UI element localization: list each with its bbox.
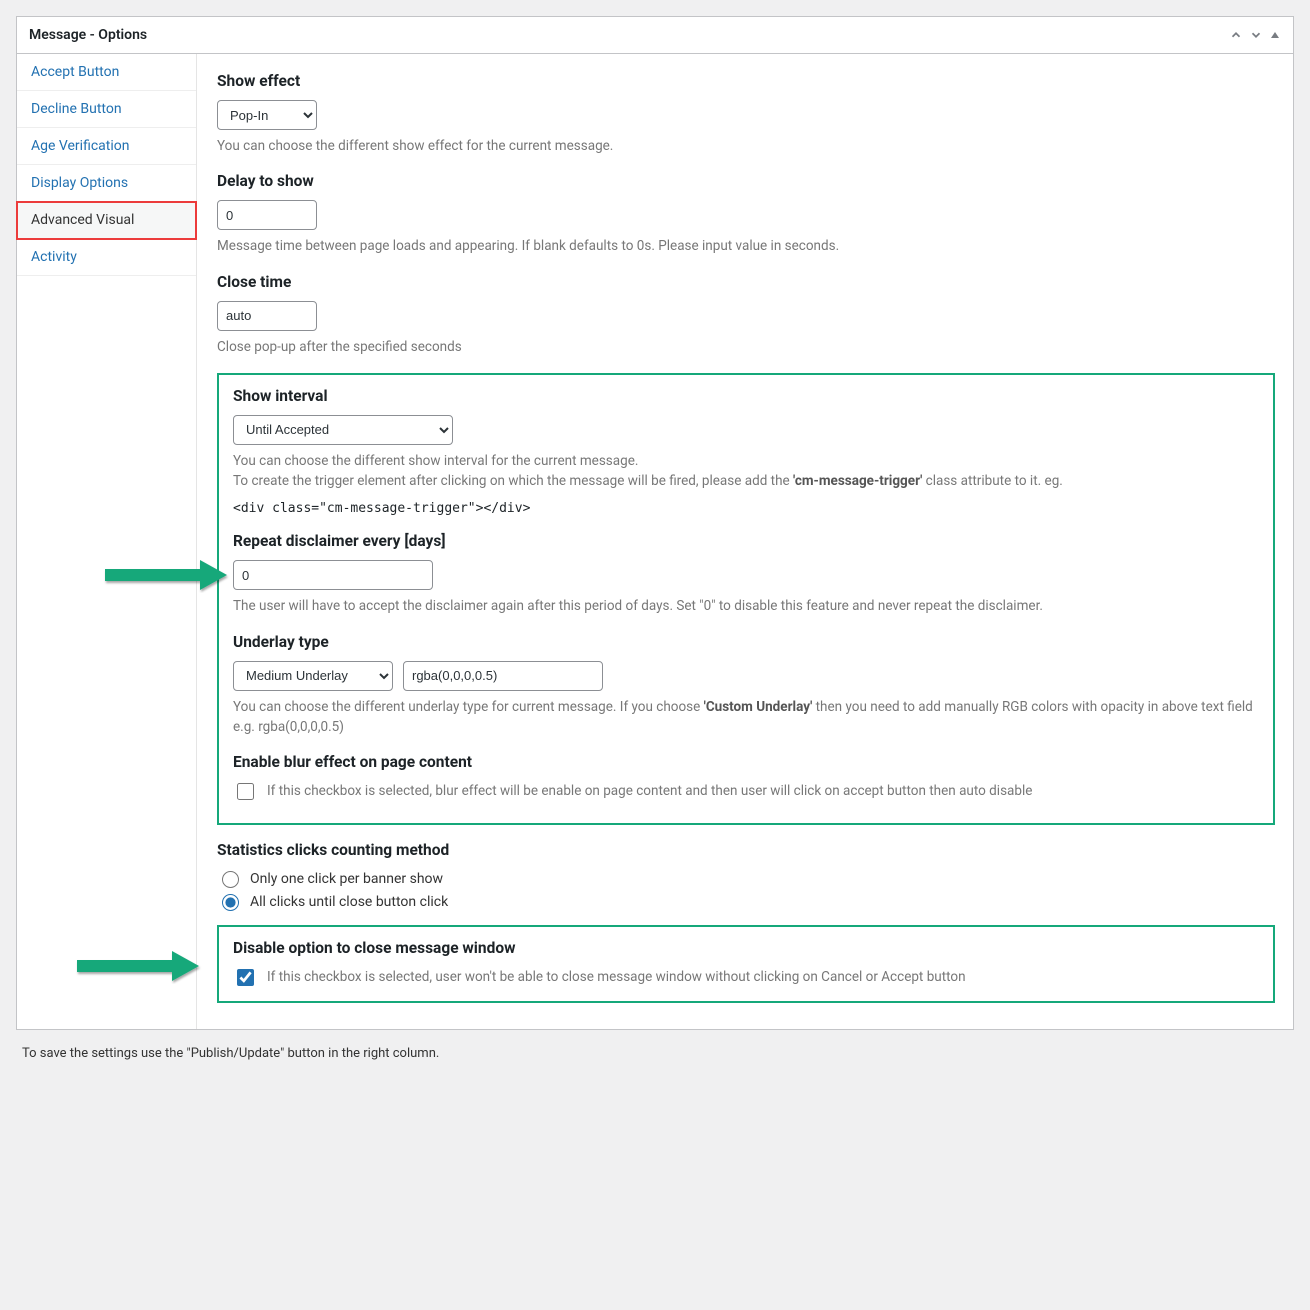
show-effect-help: You can choose the different show effect… bbox=[217, 136, 1275, 156]
sidebar: Accept Button Decline Button Age Verific… bbox=[17, 54, 197, 1029]
underlay-select[interactable]: Medium Underlay bbox=[233, 661, 393, 691]
stats-radio-all-clicks[interactable] bbox=[222, 894, 239, 911]
trigger-code-snippet: <div class="cm-message-trigger"></div> bbox=[233, 501, 1259, 516]
content: Show effect Pop-In You can choose the di… bbox=[197, 54, 1293, 1029]
show-effect-select[interactable]: Pop-In bbox=[217, 100, 317, 130]
show-effect-title: Show effect bbox=[217, 72, 1275, 90]
collapse-icon[interactable] bbox=[1269, 29, 1281, 41]
stats-opt2-label: All clicks until close button click bbox=[250, 894, 448, 910]
stats-radio-one-click[interactable] bbox=[222, 871, 239, 888]
chevron-up-icon[interactable] bbox=[1229, 28, 1243, 42]
panel: Message - Options Accept Button Decline … bbox=[16, 16, 1294, 1030]
underlay-help: You can choose the different underlay ty… bbox=[233, 697, 1259, 738]
footer-note: To save the settings use the "Publish/Up… bbox=[16, 1030, 1294, 1067]
close-time-help: Close pop-up after the specified seconds bbox=[217, 337, 1275, 357]
delay-input[interactable] bbox=[217, 200, 317, 230]
disable-close-title: Disable option to close message window bbox=[233, 939, 1259, 957]
panel-title: Message - Options bbox=[29, 27, 147, 43]
close-time-title: Close time bbox=[217, 273, 1275, 291]
disable-close-label: If this checkbox is selected, user won't… bbox=[267, 967, 1259, 987]
highlight-box-1: Show interval Until Accepted You can cho… bbox=[217, 373, 1275, 825]
arrow-icon bbox=[95, 556, 235, 596]
blur-checkbox[interactable] bbox=[237, 783, 254, 800]
delay-help: Message time between page loads and appe… bbox=[217, 236, 1275, 256]
delay-title: Delay to show bbox=[217, 172, 1275, 190]
underlay-title: Underlay type bbox=[233, 633, 1259, 651]
arrow-icon bbox=[67, 947, 207, 987]
repeat-help: The user will have to accept the disclai… bbox=[233, 596, 1259, 616]
sidebar-item-activity[interactable]: Activity bbox=[17, 239, 196, 276]
panel-header-icons bbox=[1229, 28, 1281, 42]
show-interval-title: Show interval bbox=[233, 387, 1259, 405]
panel-body: Accept Button Decline Button Age Verific… bbox=[17, 54, 1293, 1029]
blur-label: If this checkbox is selected, blur effec… bbox=[267, 781, 1259, 801]
sidebar-item-display-options[interactable]: Display Options bbox=[17, 165, 196, 202]
chevron-down-icon[interactable] bbox=[1249, 28, 1263, 42]
show-interval-help: You can choose the different show interv… bbox=[233, 451, 1259, 492]
sidebar-item-advanced-visual[interactable]: Advanced Visual bbox=[17, 202, 196, 239]
stats-title: Statistics clicks counting method bbox=[217, 841, 1275, 859]
underlay-color-input[interactable] bbox=[403, 661, 603, 691]
disable-close-checkbox[interactable] bbox=[237, 969, 254, 986]
sidebar-item-decline-button[interactable]: Decline Button bbox=[17, 91, 196, 128]
close-time-input[interactable] bbox=[217, 301, 317, 331]
highlight-box-2: Disable option to close message window I… bbox=[217, 925, 1275, 1003]
blur-title: Enable blur effect on page content bbox=[233, 753, 1259, 771]
show-interval-select[interactable]: Until Accepted bbox=[233, 415, 453, 445]
sidebar-item-accept-button[interactable]: Accept Button bbox=[17, 54, 196, 91]
panel-header: Message - Options bbox=[17, 17, 1293, 54]
repeat-input[interactable] bbox=[233, 560, 433, 590]
sidebar-item-age-verification[interactable]: Age Verification bbox=[17, 128, 196, 165]
repeat-title: Repeat disclaimer every [days] bbox=[233, 532, 1259, 550]
stats-opt1-label: Only one click per banner show bbox=[250, 871, 443, 887]
